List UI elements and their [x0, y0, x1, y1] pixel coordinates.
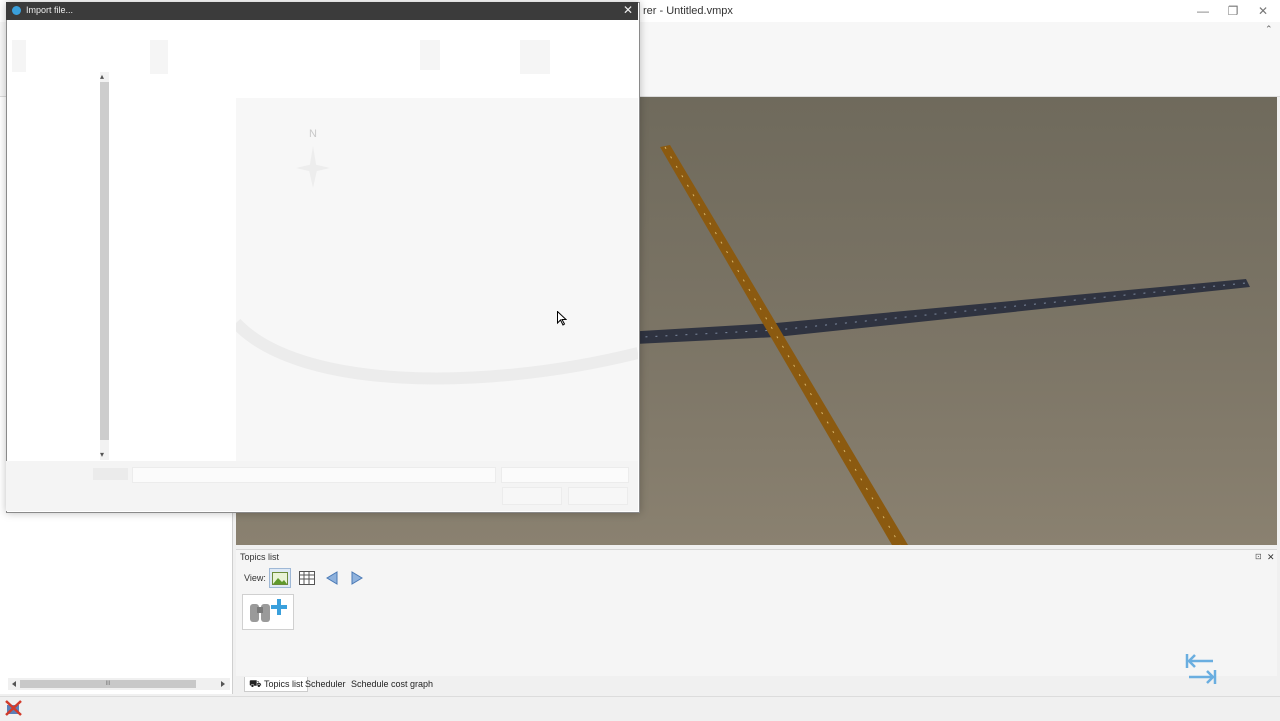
dialog-preview-area: [231, 98, 640, 461]
scroll-down-icon[interactable]: ▾: [100, 450, 104, 459]
image-icon: [272, 571, 288, 585]
topics-close-icon[interactable]: ✕: [1267, 552, 1275, 563]
table-icon: [299, 571, 315, 585]
close-button[interactable]: ✕: [1255, 3, 1271, 19]
topics-panel: [236, 549, 1277, 677]
tab-schedule-cost-graph[interactable]: Schedule cost graph: [347, 677, 437, 691]
scroll-up-icon[interactable]: ▴: [100, 72, 104, 81]
minimize-button[interactable]: —: [1195, 3, 1211, 19]
table-view-button[interactable]: [296, 568, 318, 588]
scroll-right-icon[interactable]: [221, 681, 225, 687]
ghost-ribbon-item: [520, 40, 550, 74]
restore-button[interactable]: ❐: [1225, 3, 1241, 19]
arrow-left-icon: [326, 571, 338, 585]
pin-icon[interactable]: ⊡: [1255, 552, 1262, 561]
binoculars-add-icon: [250, 599, 287, 622]
next-button[interactable]: [346, 568, 368, 588]
ghost-ribbon-item: [420, 40, 440, 70]
app-status-icon[interactable]: [5, 700, 23, 719]
scroll-thumb[interactable]: III: [20, 680, 196, 688]
open-button[interactable]: [502, 487, 562, 505]
tab-label: Topics list: [263, 679, 303, 689]
file-type-select[interactable]: [501, 467, 629, 483]
dialog-title: Import file...: [26, 5, 74, 15]
brown-road: [660, 145, 908, 545]
dialog-scroll-thumb[interactable]: [100, 82, 109, 440]
topics-panel-title: Topics list: [240, 552, 280, 562]
tab-scheduler[interactable]: Scheduler: [301, 677, 350, 691]
scroll-left-icon[interactable]: [12, 681, 16, 687]
preview-ghost: [231, 146, 640, 385]
mouse-cursor-icon: [557, 310, 568, 329]
swap-arrows-icon[interactable]: [1183, 652, 1219, 689]
dialog-title-bar: [6, 2, 638, 20]
arrow-right-icon: [351, 571, 363, 585]
file-name-input[interactable]: [132, 467, 496, 483]
window-title: rer - Untitled.vmpx: [643, 5, 733, 17]
cancel-button[interactable]: [568, 487, 628, 505]
file-name-label: [93, 468, 128, 480]
status-bar: [0, 696, 1280, 721]
previous-button[interactable]: [321, 568, 343, 588]
thumbnail-view-button[interactable]: [269, 568, 291, 588]
add-topic-button[interactable]: [242, 594, 294, 630]
compass-letter: N: [309, 128, 317, 140]
ghost-ribbon-item: [12, 40, 26, 72]
binoculars-icon: ⛟: [249, 679, 262, 690]
collapse-ribbon-icon[interactable]: ⌃: [1265, 24, 1273, 35]
left-horizontal-scrollbar[interactable]: III: [8, 678, 230, 690]
app-logo-icon: [12, 6, 21, 15]
ghost-ribbon-item: [150, 40, 168, 74]
view-label: View:: [244, 573, 266, 583]
tab-topics-list[interactable]: ⛟ Topics list: [244, 677, 308, 692]
dialog-close-button[interactable]: ✕: [623, 4, 633, 16]
